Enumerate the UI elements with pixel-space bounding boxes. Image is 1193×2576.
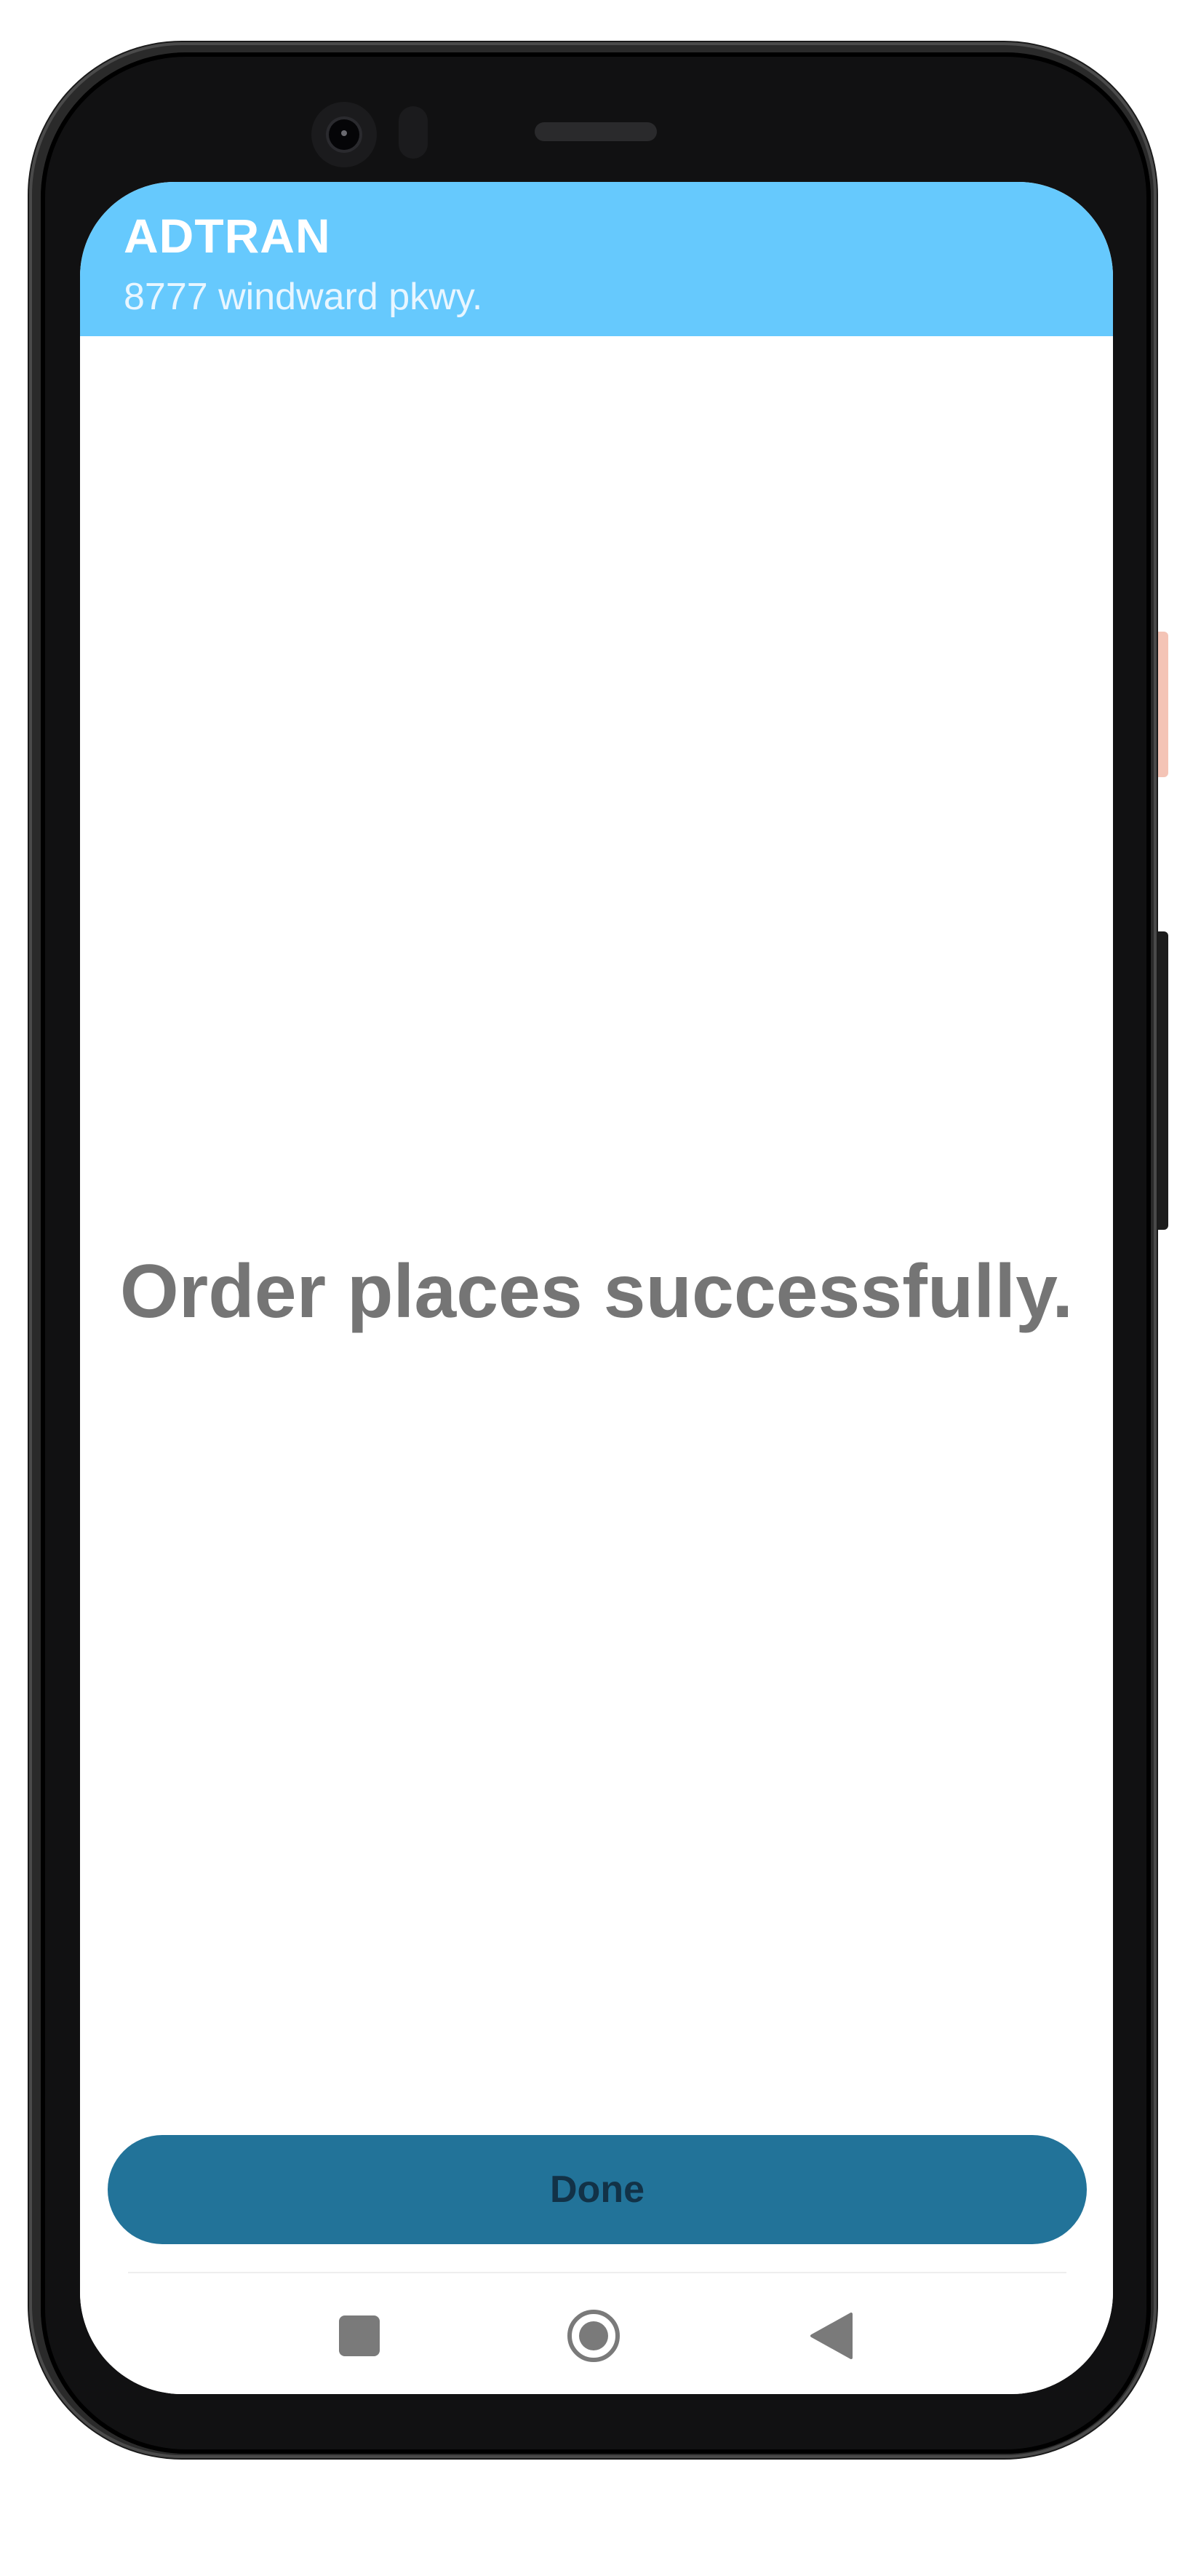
- done-button[interactable]: Done: [108, 2135, 1087, 2244]
- camera-lens: [329, 119, 359, 150]
- header-subtitle: 8777 windward pkwy.: [124, 276, 483, 318]
- power-button: [1158, 632, 1168, 777]
- system-nav-bar: [80, 2275, 1113, 2394]
- done-button-label: Done: [550, 2168, 645, 2211]
- header-title: ADTRAN: [124, 209, 331, 263]
- proximity-sensor: [399, 106, 428, 159]
- nav-divider: [128, 2272, 1066, 2273]
- app-screen: ADTRAN 8777 windward pkwy. Order places …: [80, 182, 1113, 2394]
- app-header: ADTRAN 8777 windward pkwy.: [80, 182, 1113, 336]
- device-stage: ADTRAN 8777 windward pkwy. Order places …: [0, 0, 1193, 2576]
- order-success-message: Order places successfully.: [119, 1249, 1074, 1334]
- front-camera-icon: [311, 102, 377, 167]
- volume-button: [1158, 931, 1168, 1230]
- earpiece-speaker: [535, 122, 657, 141]
- back-triangle-icon[interactable]: [807, 2310, 860, 2362]
- camera-reflection: [341, 130, 347, 136]
- home-circle-icon[interactable]: [566, 2308, 621, 2364]
- recents-square-icon[interactable]: [339, 2315, 380, 2356]
